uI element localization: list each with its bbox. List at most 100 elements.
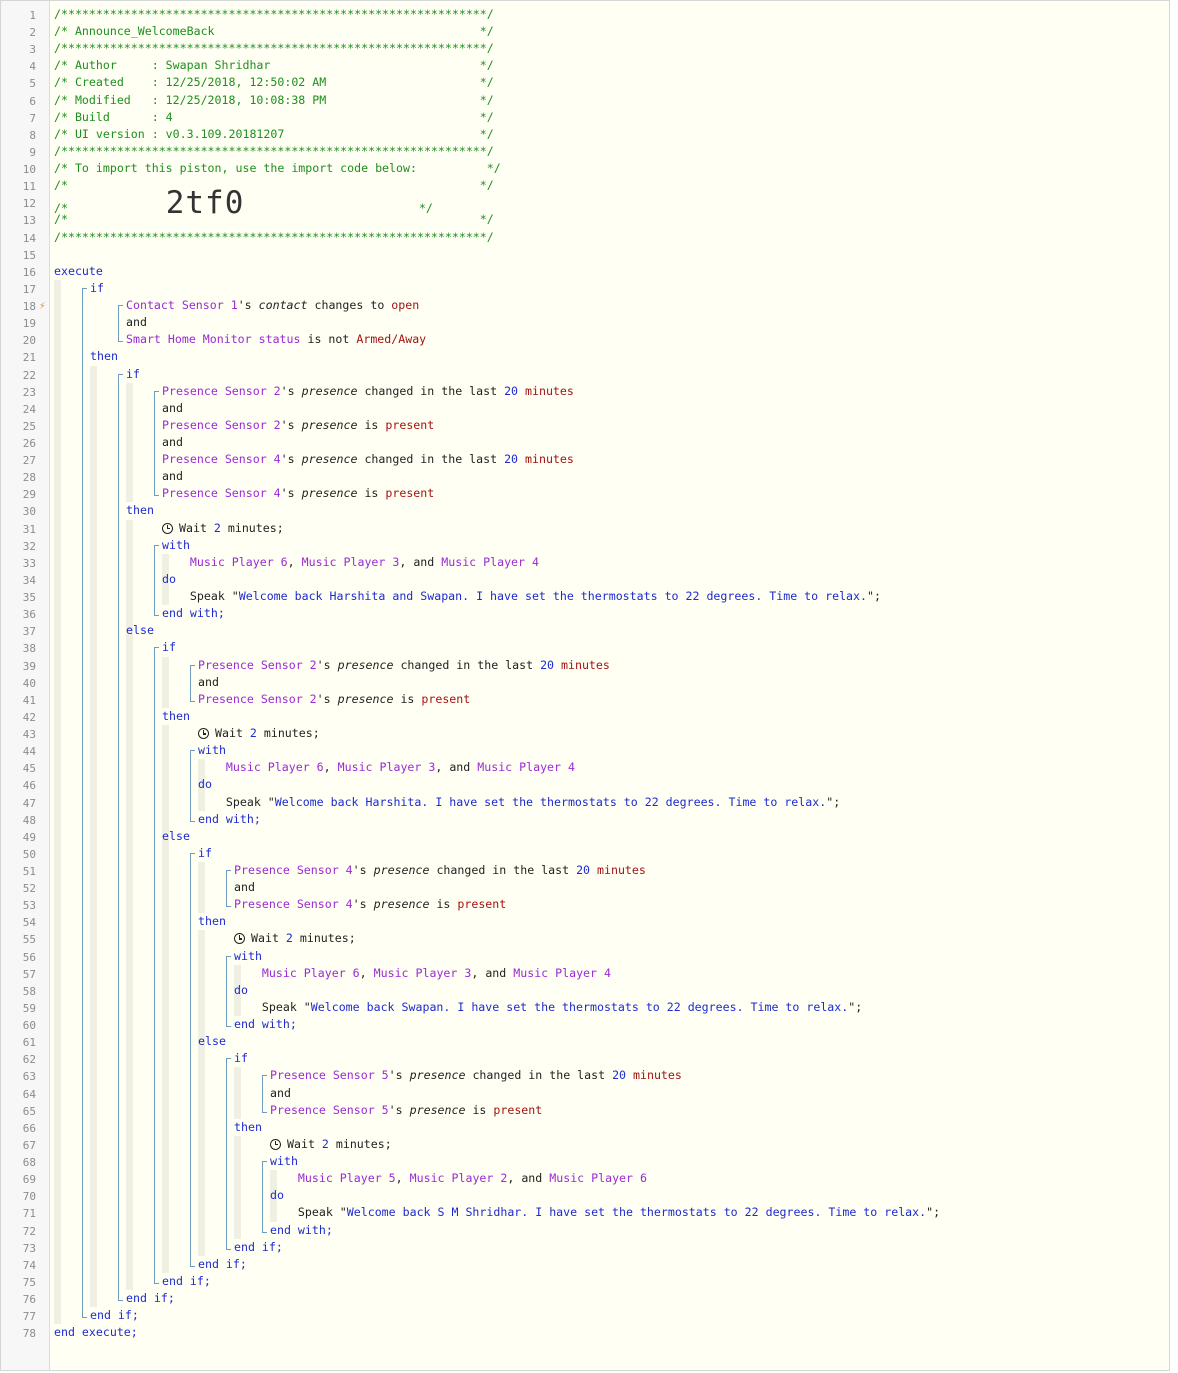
code-line[interactable]: Music Player 6, Music Player 3, and Musi… <box>234 965 611 982</box>
device-name[interactable]: Presence Sensor 2 <box>162 384 281 398</box>
code-line[interactable]: and <box>162 400 183 417</box>
code-line[interactable]: if <box>234 1050 248 1067</box>
code-line[interactable]: /* To import this piston, use the import… <box>54 160 501 177</box>
code-line[interactable]: else <box>198 1033 226 1050</box>
code-line[interactable]: Presence Sensor 4's presence is present <box>162 485 434 502</box>
code-editor[interactable]: 1 2 3 4 5 6 7 8 9 10 11 12 13 14 15 16 17 18 19 20 21 22 23 24 2… <box>0 0 1170 1371</box>
code-line[interactable]: do <box>234 982 248 999</box>
device-name[interactable]: Music Player 3 <box>338 760 436 774</box>
code-line[interactable]: Presence Sensor 4's presence is present <box>234 896 506 913</box>
device-name[interactable]: Presence Sensor 2 <box>198 658 317 672</box>
code-line[interactable]: if <box>162 639 176 656</box>
device-name[interactable]: Presence Sensor 2 <box>162 418 281 432</box>
code-line[interactable]: if <box>198 845 212 862</box>
code-line[interactable]: /***************************************… <box>54 143 494 160</box>
code-line[interactable]: end with; <box>234 1016 297 1033</box>
code-line[interactable]: end if; <box>162 1273 211 1290</box>
device-name[interactable]: Presence Sensor 4 <box>162 452 281 466</box>
code-line[interactable]: do <box>198 776 212 793</box>
code-line[interactable]: and <box>270 1085 291 1102</box>
code-line[interactable]: end with; <box>270 1222 333 1239</box>
code-line[interactable]: /* Announce_WelcomeBack */ <box>54 23 494 40</box>
code-line[interactable]: /* */ <box>54 211 494 228</box>
code-line[interactable]: Presence Sensor 4's presence changed in … <box>162 451 574 468</box>
code-line[interactable]: Presence Sensor 4's presence changed in … <box>234 862 646 879</box>
code-line[interactable]: Music Player 6, Music Player 3, and Musi… <box>162 554 539 571</box>
code-line[interactable]: Presence Sensor 2's presence is present <box>162 417 434 434</box>
code-line[interactable]: Presence Sensor 5's presence is present <box>270 1102 542 1119</box>
code-line[interactable]: with <box>270 1153 298 1170</box>
device-name[interactable]: Presence Sensor 4 <box>234 897 353 911</box>
code-line[interactable]: and <box>162 434 183 451</box>
device-name[interactable]: Smart Home Monitor status <box>126 332 301 346</box>
code-line[interactable]: /* 2tf0 */ <box>54 188 433 219</box>
code-line[interactable]: with <box>162 537 190 554</box>
device-name[interactable]: Music Player 6 <box>190 555 288 569</box>
code-line[interactable]: end if; <box>90 1307 139 1324</box>
device-name[interactable]: Presence Sensor 4 <box>234 863 353 877</box>
code-line[interactable]: else <box>162 828 190 845</box>
code-line[interactable]: Contact Sensor 1's contact changes to op… <box>126 297 419 314</box>
code-line[interactable]: end if; <box>234 1239 283 1256</box>
code-line[interactable]: if <box>126 366 140 383</box>
code-line[interactable]: end with; <box>162 605 225 622</box>
device-name[interactable]: Contact Sensor 1 <box>126 298 238 312</box>
device-name[interactable]: Music Player 5 <box>298 1171 396 1185</box>
code-line[interactable]: Speak "Welcome back Swapan. I have set t… <box>234 999 862 1016</box>
code-line[interactable]: end if; <box>198 1256 247 1273</box>
code-line[interactable]: end with; <box>198 811 261 828</box>
code-line[interactable]: end if; <box>126 1290 175 1307</box>
code-line[interactable]: then <box>198 913 226 930</box>
code-line[interactable]: execute <box>54 263 103 280</box>
code-line[interactable]: end execute; <box>54 1324 138 1341</box>
code-line[interactable]: /***************************************… <box>54 40 494 57</box>
code-line[interactable]: /* Author : Swapan Shridhar */ <box>54 57 494 74</box>
code-line[interactable]: else <box>126 622 154 639</box>
code-line[interactable]: and <box>234 879 255 896</box>
code-line[interactable]: /* Build : 4 */ <box>54 109 494 126</box>
device-name[interactable]: Presence Sensor 5 <box>270 1068 389 1082</box>
code-line[interactable]: Smart Home Monitor status is not Armed/A… <box>126 331 426 348</box>
device-name[interactable]: Music Player 3 <box>374 966 472 980</box>
code-line[interactable]: Presence Sensor 5's presence changed in … <box>270 1067 682 1084</box>
code-line[interactable]: /***************************************… <box>54 229 494 246</box>
device-name[interactable]: Music Player 4 <box>477 760 575 774</box>
code-line[interactable]: Music Player 5, Music Player 2, and Musi… <box>270 1170 647 1187</box>
code-line[interactable]: if <box>90 280 104 297</box>
code-line[interactable]: and <box>162 468 183 485</box>
code-line[interactable]: with <box>198 742 226 759</box>
code-line[interactable]: Wait 2 minutes; <box>198 725 320 742</box>
code-line[interactable]: /* UI version : v0.3.109.20181207 */ <box>54 126 494 143</box>
code-line[interactable]: Speak "Welcome back S M Shridhar. I have… <box>270 1204 940 1221</box>
code-line[interactable]: Presence Sensor 2's presence is present <box>198 691 470 708</box>
code-line[interactable]: Presence Sensor 2's presence changed in … <box>198 657 610 674</box>
code-line[interactable]: /***************************************… <box>54 6 494 23</box>
device-name[interactable]: Music Player 3 <box>302 555 400 569</box>
device-name[interactable]: Music Player 6 <box>262 966 360 980</box>
code-line[interactable]: Wait 2 minutes; <box>234 930 356 947</box>
code-line[interactable]: and <box>126 314 147 331</box>
code-line[interactable]: Music Player 6, Music Player 3, and Musi… <box>198 759 575 776</box>
device-name[interactable]: Music Player 4 <box>513 966 611 980</box>
code-line[interactable]: /* */ <box>54 177 494 194</box>
device-name[interactable]: Presence Sensor 2 <box>198 692 317 706</box>
code-line[interactable]: then <box>162 708 190 725</box>
device-name[interactable]: Music Player 6 <box>549 1171 647 1185</box>
code-line[interactable]: Wait 2 minutes; <box>162 520 284 537</box>
code-line[interactable]: do <box>162 571 176 588</box>
code-line[interactable]: then <box>234 1119 262 1136</box>
code-line[interactable]: /* Modified : 12/25/2018, 10:08:38 PM */ <box>54 92 494 109</box>
device-name[interactable]: Presence Sensor 4 <box>162 486 281 500</box>
code-line[interactable]: Wait 2 minutes; <box>270 1136 392 1153</box>
code-line[interactable]: and <box>198 674 219 691</box>
device-name[interactable]: Music Player 6 <box>226 760 324 774</box>
code-line[interactable]: Speak "Welcome back Harshita and Swapan.… <box>162 588 881 605</box>
device-name[interactable]: Music Player 4 <box>441 555 539 569</box>
code-line[interactable]: /* Created : 12/25/2018, 12:50:02 AM */ <box>54 74 494 91</box>
device-name[interactable]: Music Player 2 <box>410 1171 508 1185</box>
code-line[interactable]: Speak "Welcome back Harshita. I have set… <box>198 794 840 811</box>
device-name[interactable]: Presence Sensor 5 <box>270 1103 389 1117</box>
code-line[interactable]: Presence Sensor 2's presence changed in … <box>162 383 574 400</box>
code-line[interactable]: then <box>90 348 118 365</box>
code-line[interactable]: then <box>126 502 154 519</box>
